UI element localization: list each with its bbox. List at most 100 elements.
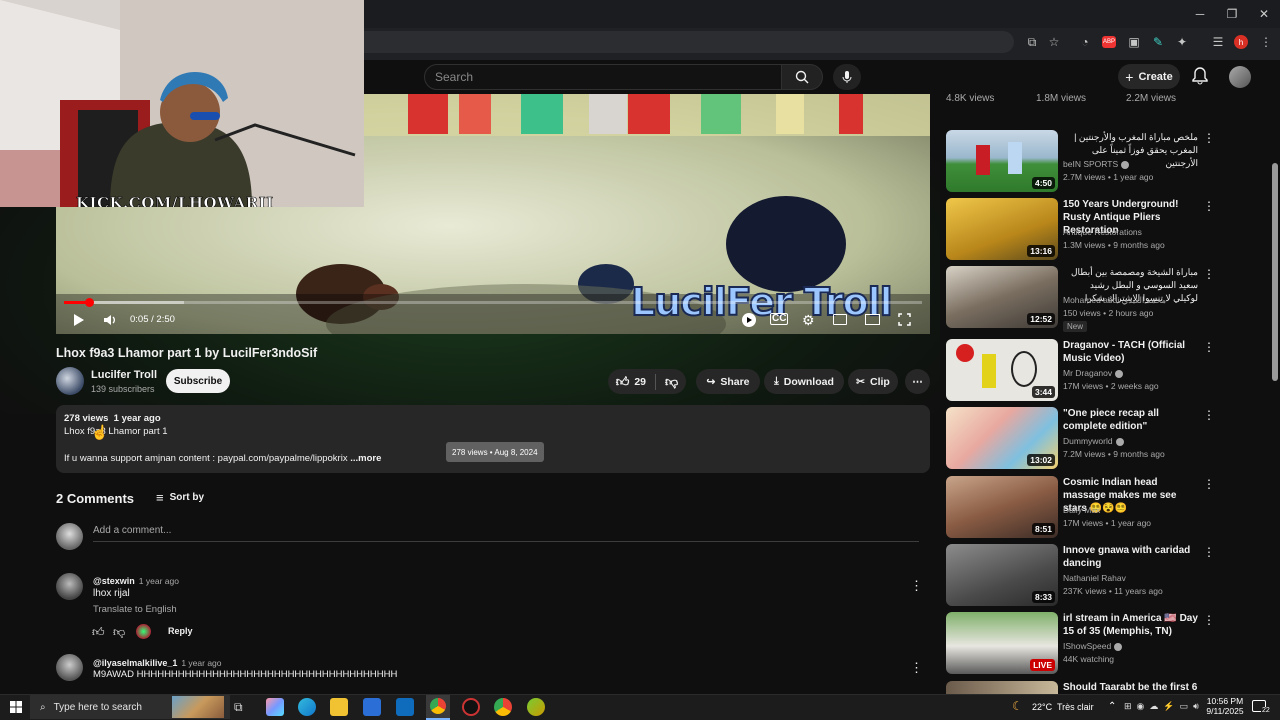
chrome-profile-icon[interactable] [494,698,512,716]
settings-gear-icon[interactable]: ⚙ [802,312,815,329]
sort-by-button[interactable]: ≡ Sort by [156,490,204,505]
app-icon[interactable] [527,698,545,716]
sidebar-menu-icon[interactable]: ⋮ [1203,408,1215,422]
sidebar-menu-icon[interactable]: ⋮ [1203,267,1215,281]
subscribe-button[interactable]: Subscribe [166,369,230,393]
extension-icon[interactable]: ▣ [1126,34,1142,50]
restore-icon[interactable]: ❐ [1216,0,1248,28]
description-box[interactable]: 278 views 1 year ago Lhox f9a3 Lhamor pa… [56,405,930,473]
notifications-bell-icon[interactable] [1192,67,1210,87]
clock[interactable]: 10:56 PM 9/11/2025 [1204,696,1246,716]
sidebar-video-title[interactable]: Should Taarabt be the first 6 [1063,681,1198,694]
windows-start-icon[interactable] [10,701,22,713]
video-thumbnail[interactable]: 3:44 [946,339,1058,401]
edge-browser-icon[interactable] [298,698,316,716]
volume-icon[interactable] [103,313,117,327]
video-thumbnail[interactable]: 13:16 [946,198,1058,260]
sidebar-video-title[interactable]: "One piece recap all complete edition" [1063,407,1198,433]
video-thumbnail[interactable]: 12:52 [946,266,1058,328]
like-count[interactable]: 29 [634,376,646,388]
clip-button[interactable]: ✂ Clip [848,369,898,394]
add-comment-input[interactable]: Add a comment... [93,525,171,536]
install-app-icon[interactable]: ⧉ [1024,34,1040,50]
download-button[interactable]: ⤓ Download [764,369,844,394]
thumbs-up-icon[interactable]: 👍︎ [616,374,630,390]
sidebar-channel[interactable]: Mr Draganov [1063,367,1124,380]
sidebar-video-title[interactable]: Draganov - TACH (Official Music Video) [1063,339,1198,365]
video-thumbnail[interactable]: 13:02 [946,407,1058,469]
video-thumbnail[interactable]: LIVE [946,612,1058,674]
kebab-menu-icon[interactable]: ⋮ [1258,34,1274,50]
sidebar-menu-icon[interactable]: ⋮ [1203,131,1215,145]
comment-menu-icon[interactable]: ⋮ [910,578,923,594]
page-scrollbar-thumb[interactable] [1272,163,1278,381]
share-button[interactable]: ↪ Share [696,369,760,394]
fullscreen-icon[interactable] [898,313,911,326]
autoplay-toggle[interactable] [742,313,756,327]
sidebar-channel[interactable]: beIN SPORTS [1063,158,1130,171]
voice-search-button[interactable] [833,64,861,90]
miniplayer-icon[interactable] [833,314,847,325]
commenter-avatar[interactable] [56,573,83,600]
video-thumbnail[interactable] [946,681,1058,694]
bookmark-star-icon[interactable]: ☆ [1046,34,1062,50]
chrome-taskbar-active[interactable] [426,695,450,720]
copilot-icon[interactable] [266,698,284,716]
channel-avatar[interactable] [56,367,84,395]
captions-icon[interactable]: CC [770,313,789,325]
translate-link[interactable]: Translate to English [93,604,177,615]
extension-icon[interactable]: ◔ [1077,34,1093,50]
create-button[interactable]: + Create [1118,64,1180,89]
sidebar-channel[interactable]: Mohamed abdi محمد العبدي [1063,294,1166,307]
comment-menu-icon[interactable]: ⋮ [910,660,923,676]
comment-dislike-icon[interactable]: 👎︎ [113,625,125,640]
video-thumbnail[interactable]: 4:50 [946,130,1058,192]
comment-author[interactable]: @ilyaselmalkilive_1 [93,658,177,668]
video-thumbnail[interactable]: 8:33 [946,544,1058,606]
sidebar-menu-icon[interactable]: ⋮ [1203,545,1215,559]
sidebar-channel[interactable]: Antique Restorations [1063,226,1142,239]
progress-scrubber[interactable] [85,298,94,307]
commenter-avatar[interactable] [56,654,83,681]
play-icon[interactable] [73,313,85,327]
sidebar-video-title[interactable]: irl stream in America 🇺🇸 Day 15 of 35 (M… [1063,612,1198,638]
sidebar-menu-icon[interactable]: ⋮ [1203,477,1215,491]
address-bar[interactable] [364,31,1014,53]
comment-author[interactable]: @stexwin [93,576,135,586]
progress-track[interactable] [64,301,922,304]
adblock-icon[interactable]: ABP [1102,36,1116,48]
sidebar-menu-icon[interactable]: ⋮ [1203,199,1215,213]
comment-time[interactable]: 1 year ago [181,658,221,668]
sidebar-channel[interactable]: Dummyworld [1063,435,1124,448]
tray-chevron-icon[interactable]: ⌃ [1108,701,1116,712]
microsoft-store-icon[interactable] [363,698,381,716]
weather-text[interactable]: 22°C Très clair [1032,702,1094,712]
thumbs-down-icon[interactable]: 👎︎ [665,374,678,390]
translate-extension-icon[interactable]: ✎ [1150,34,1166,50]
sidebar-video-title[interactable]: Innove gnawa with caridad dancing [1063,544,1198,570]
comment-like-icon[interactable]: 👍︎ [92,625,105,640]
sidebar-channel[interactable]: Daily Max [1063,504,1100,517]
system-tray-icons[interactable]: ⊞◉☁⚡▭🔊︎ [1124,701,1204,712]
reply-button[interactable]: Reply [168,626,193,636]
comment-time[interactable]: 1 year ago [139,576,179,586]
search-button[interactable] [781,64,823,90]
close-icon[interactable]: ✕ [1248,0,1280,28]
weather-icon[interactable]: ☾ [1012,699,1023,713]
sidebar-menu-icon[interactable]: ⋮ [1203,340,1215,354]
task-view-icon[interactable]: ⧉ [234,700,243,715]
sidebar-channel[interactable]: IShowSpeed [1063,640,1123,653]
reading-list-icon[interactable]: ☰ [1210,34,1226,50]
show-more-link[interactable]: ...more [350,453,381,464]
outlook-icon[interactable] [396,698,414,716]
search-input[interactable]: Search [424,64,782,90]
sidebar-menu-icon[interactable]: ⋮ [1203,613,1215,627]
video-thumbnail[interactable]: 8:51 [946,476,1058,538]
theater-mode-icon[interactable] [865,314,880,325]
minimize-icon[interactable]: ─ [1184,0,1216,28]
user-avatar[interactable] [1229,66,1251,88]
app-icon[interactable] [462,698,480,716]
more-actions-button[interactable]: ⋯ [905,369,930,394]
file-explorer-icon[interactable] [330,698,348,716]
profile-avatar-icon[interactable]: h [1234,35,1248,49]
